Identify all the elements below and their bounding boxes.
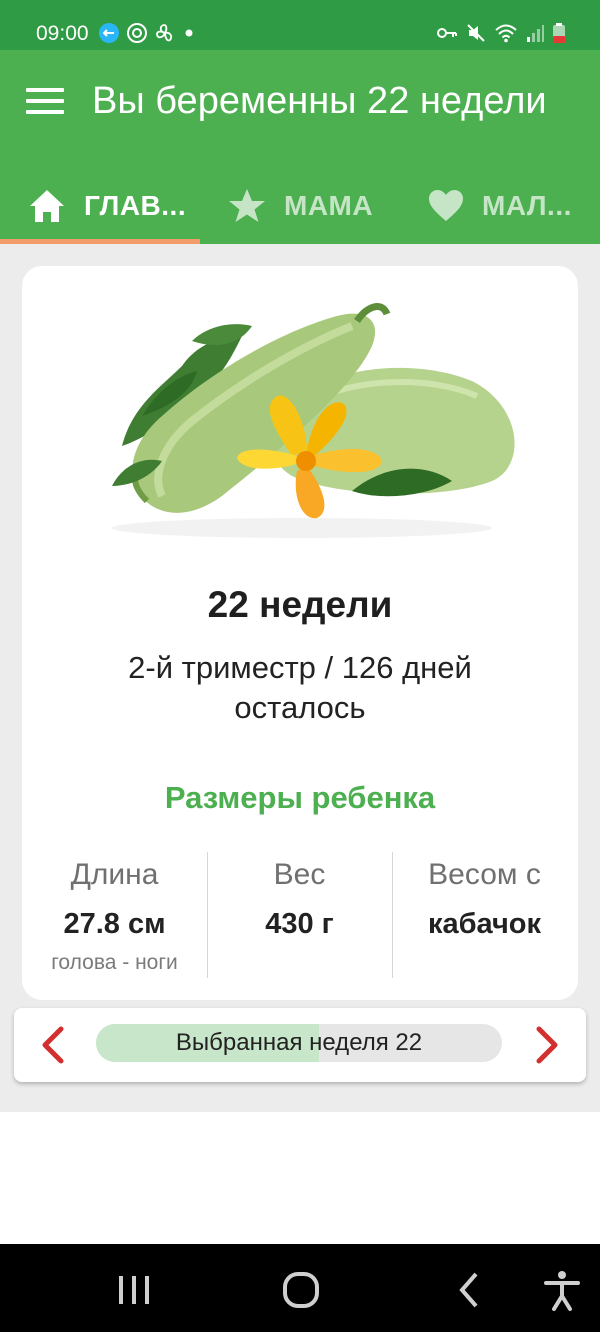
key-icon [437, 28, 457, 38]
trimester-info: 2-й триместр / 126 дней осталось [128, 650, 472, 725]
tab-baby[interactable]: МАЛ... [400, 168, 600, 244]
status-right-icons [436, 22, 566, 44]
metric-weight: Вес 430 г [207, 850, 392, 980]
battery-icon [553, 23, 565, 43]
status-bar: 09:00 [0, 0, 600, 50]
metric-length: Длина 27.8 см голова - ноги [22, 850, 207, 980]
chevron-right-icon[interactable] [526, 1025, 566, 1065]
app-title: Вы беременны 22 недели [92, 80, 547, 122]
chevron-left-icon[interactable] [34, 1025, 74, 1065]
dot-icon [185, 29, 193, 37]
menu-button[interactable] [26, 88, 64, 118]
home-icon [30, 190, 64, 222]
heart-icon [429, 190, 463, 221]
status-time: 09:00 [36, 22, 89, 45]
home-circle-icon[interactable] [279, 1268, 323, 1312]
mute-icon [467, 24, 485, 42]
fan-icon [156, 24, 173, 42]
tab-baby-label: МАЛ... [482, 190, 572, 221]
metric-label: Вес [273, 858, 326, 891]
recent-apps-icon[interactable] [112, 1268, 156, 1312]
metric-value: кабачок [427, 908, 542, 940]
wifi-icon [495, 24, 517, 43]
metric-value: 430 г [265, 908, 334, 940]
metric-value: 27.8 см [63, 908, 166, 940]
tab-main[interactable]: ГЛАВ... [0, 168, 200, 244]
week-progress-bar[interactable]: Выбранная неделя 22 [96, 1024, 502, 1062]
back-icon[interactable] [448, 1268, 492, 1312]
zucchini-illustration [112, 303, 515, 538]
app-bar: Вы беременны 22 недели ГЛАВ... МАМА МАЛ.… [0, 50, 600, 244]
status-left-icons [98, 22, 196, 44]
menu-icon [26, 88, 64, 92]
metric-comparison: Весом с кабачок [392, 850, 577, 980]
content-area: 22 недели 2-й триместр / 126 дней остало… [0, 244, 600, 1112]
metric-note: голова - ноги [51, 951, 178, 974]
week-selector: Выбранная неделя 22 [14, 1008, 586, 1082]
metrics-row: Длина 27.8 см голова - ноги Вес 430 г Ве… [22, 850, 578, 980]
tab-main-label: ГЛАВ... [84, 190, 187, 221]
week-title: 22 недели [207, 584, 393, 625]
metric-label: Весом с [428, 858, 541, 891]
sizes-title: Размеры ребенка [164, 780, 436, 815]
tab-bar: ГЛАВ... МАМА МАЛ... [0, 168, 600, 244]
metric-label: Длина [70, 858, 159, 891]
vpn-badge-icon [99, 23, 119, 43]
accessibility-icon[interactable] [540, 1268, 584, 1312]
selected-week-label: Выбранная неделя 22 [175, 1029, 423, 1056]
star-icon [229, 189, 265, 222]
tab-mom-label: МАМА [284, 190, 374, 221]
tab-mom[interactable]: МАМА [200, 168, 400, 244]
target-icon [127, 23, 147, 43]
system-nav-bar [0, 1244, 600, 1332]
week-card: 22 недели 2-й триместр / 126 дней остало… [22, 266, 578, 1000]
signal-icon [527, 25, 544, 42]
